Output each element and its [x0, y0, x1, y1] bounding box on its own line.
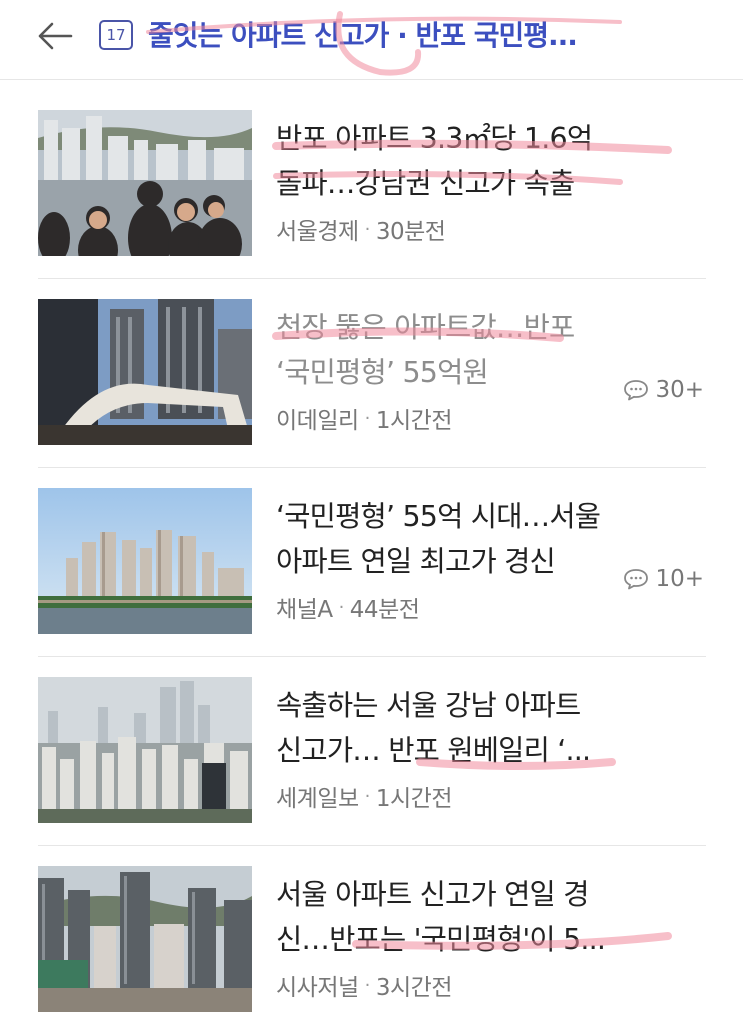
separator-dot: · [364, 218, 371, 240]
news-title-line: 서울 아파트 신고가 연일 경 [276, 878, 589, 911]
back-button[interactable] [30, 12, 80, 60]
date-badge: 17 [106, 26, 126, 44]
news-source: 서울경제 [276, 219, 359, 245]
news-item[interactable]: ‘국민평형’ 55억 시대…서울 아파트 연일 최고가 경신 채널A · 44분… [38, 468, 706, 657]
news-item[interactable]: 속출하는 서울 강남 아파트 신고가… 반포 원베일리 ‘... 세계일보 · … [38, 657, 706, 846]
news-thumbnail [38, 110, 252, 256]
news-item[interactable]: 서울 아파트 신고가 연일 경 신…반포는 '국민평형'이 5... 시사저널 … [38, 846, 706, 1022]
news-thumbnail [38, 299, 252, 445]
news-source: 이데일리 [276, 408, 359, 434]
news-thumbnail [38, 866, 252, 1012]
news-title-line: 신고가… 반포 원베일리 ‘... [276, 734, 591, 767]
news-time: 1시간전 [375, 408, 453, 434]
news-meta: 채널A · 44분전 [276, 590, 706, 624]
news-time: 30분전 [375, 219, 446, 245]
news-title-line: 속출하는 서울 강남 아파트 [276, 689, 581, 722]
news-item[interactable]: 반포 아파트 3.3㎡당 1.6억 돌파…강남권 신고가 속출 서울경제 · 3… [38, 90, 706, 279]
news-title: 속출하는 서울 강남 아파트 신고가… 반포 원베일리 ‘... [276, 683, 706, 773]
comment-count-value: 30+ [655, 377, 704, 403]
news-source: 채널A [276, 597, 333, 623]
news-list: 반포 아파트 3.3㎡당 1.6억 돌파…강남권 신고가 속출 서울경제 · 3… [38, 90, 706, 1022]
news-item[interactable]: 천장 뚫은 아파트값…반포 ‘국민평형’ 55억원 이데일리 · 1시간전 30… [38, 279, 706, 468]
news-meta: 이데일리 · 1시간전 [276, 401, 706, 435]
news-title-line: 천장 뚫은 아파트값…반포 [276, 311, 575, 344]
separator-dot: · [338, 596, 345, 618]
calendar-icon: 17 [99, 20, 133, 50]
arrow-left-icon [38, 22, 73, 50]
news-meta: 시사저널 · 3시간전 [276, 968, 706, 1002]
top-bar: 17 줄잇는 아파트 신고가 · 반포 국민평... [0, 0, 743, 80]
news-thumbnail [38, 677, 252, 823]
news-title: 서울 아파트 신고가 연일 경 신…반포는 '국민평형'이 5... [276, 872, 706, 962]
separator-dot: · [364, 407, 371, 429]
news-title-line: 반포 아파트 3.3㎡당 1.6억 [276, 122, 593, 155]
comment-icon [624, 569, 649, 590]
comment-count[interactable]: 10+ [623, 566, 704, 592]
news-title-line: 신…반포는 '국민평형'이 5... [276, 923, 606, 956]
page-title: 줄잇는 아파트 신고가 · 반포 국민평... [148, 19, 578, 52]
separator-dot: · [364, 785, 371, 807]
news-title: 반포 아파트 3.3㎡당 1.6억 돌파…강남권 신고가 속출 [276, 116, 706, 206]
separator-dot: · [364, 974, 371, 996]
news-thumbnail [38, 488, 252, 634]
news-time: 1시간전 [375, 786, 453, 812]
comment-icon [624, 380, 649, 401]
comment-count-value: 10+ [655, 566, 704, 592]
news-meta: 세계일보 · 1시간전 [276, 779, 706, 813]
news-title-line: 돌파…강남권 신고가 속출 [276, 167, 575, 200]
news-time: 3시간전 [375, 975, 453, 1001]
comment-count[interactable]: 30+ [623, 377, 704, 403]
news-source: 세계일보 [276, 786, 359, 812]
news-meta: 서울경제 · 30분전 [276, 212, 706, 246]
news-title-line: ‘국민평형’ 55억 시대…서울 [276, 500, 601, 533]
news-source: 시사저널 [276, 975, 359, 1001]
news-time: 44분전 [349, 597, 420, 623]
